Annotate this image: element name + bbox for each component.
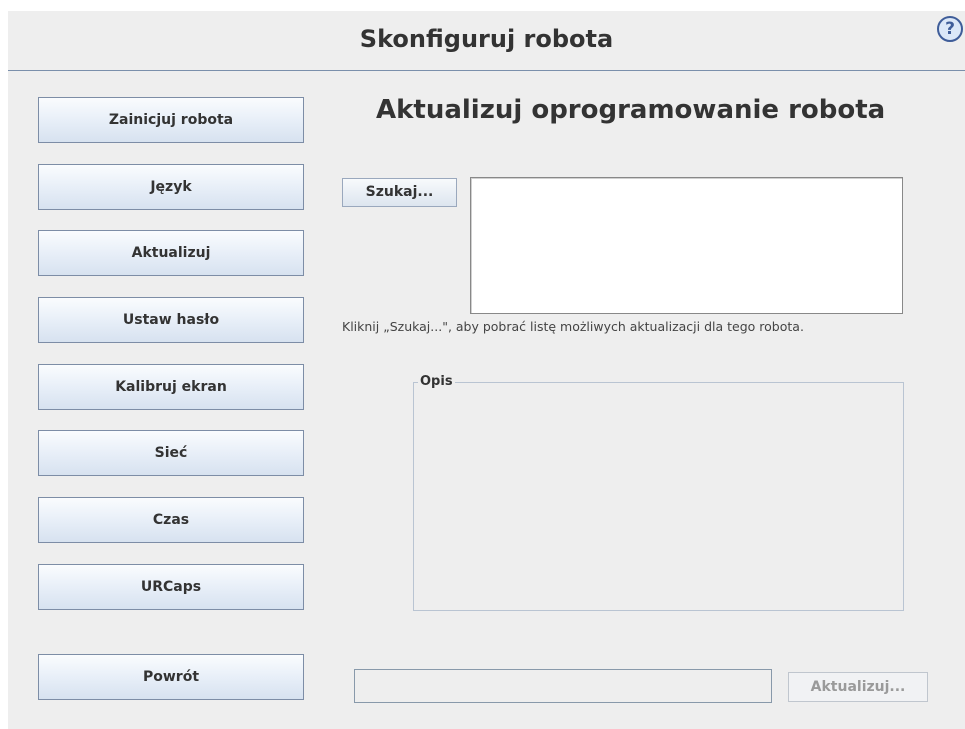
update-button[interactable]: Aktualizuj... [788, 672, 928, 702]
app-window: Skonfiguruj robota ? Zainicjuj robota Ję… [8, 11, 965, 729]
header: Skonfiguruj robota ? [8, 11, 965, 71]
description-legend: Opis [418, 374, 455, 389]
window-title: Skonfiguruj robota [359, 25, 614, 53]
updates-list[interactable] [470, 177, 903, 314]
search-button[interactable]: Szukaj... [342, 178, 457, 207]
back-button[interactable]: Powrót [38, 654, 304, 700]
calibrate-screen-button[interactable]: Kalibruj ekran [38, 364, 304, 410]
network-button[interactable]: Sieć [38, 430, 304, 476]
status-field [354, 669, 772, 703]
init-robot-button[interactable]: Zainicjuj robota [38, 97, 304, 143]
set-password-button[interactable]: Ustaw hasło [38, 297, 304, 343]
page-title: Aktualizuj oprogramowanie robota [376, 95, 886, 125]
description-panel: Opis [413, 374, 904, 611]
language-button[interactable]: Język [38, 164, 304, 210]
update-nav-button[interactable]: Aktualizuj [38, 230, 304, 276]
help-icon[interactable]: ? [937, 16, 963, 42]
time-button[interactable]: Czas [38, 497, 304, 543]
urcaps-button[interactable]: URCaps [38, 564, 304, 610]
hint-text: Kliknij „Szukaj...", aby pobrać listę mo… [342, 319, 804, 334]
